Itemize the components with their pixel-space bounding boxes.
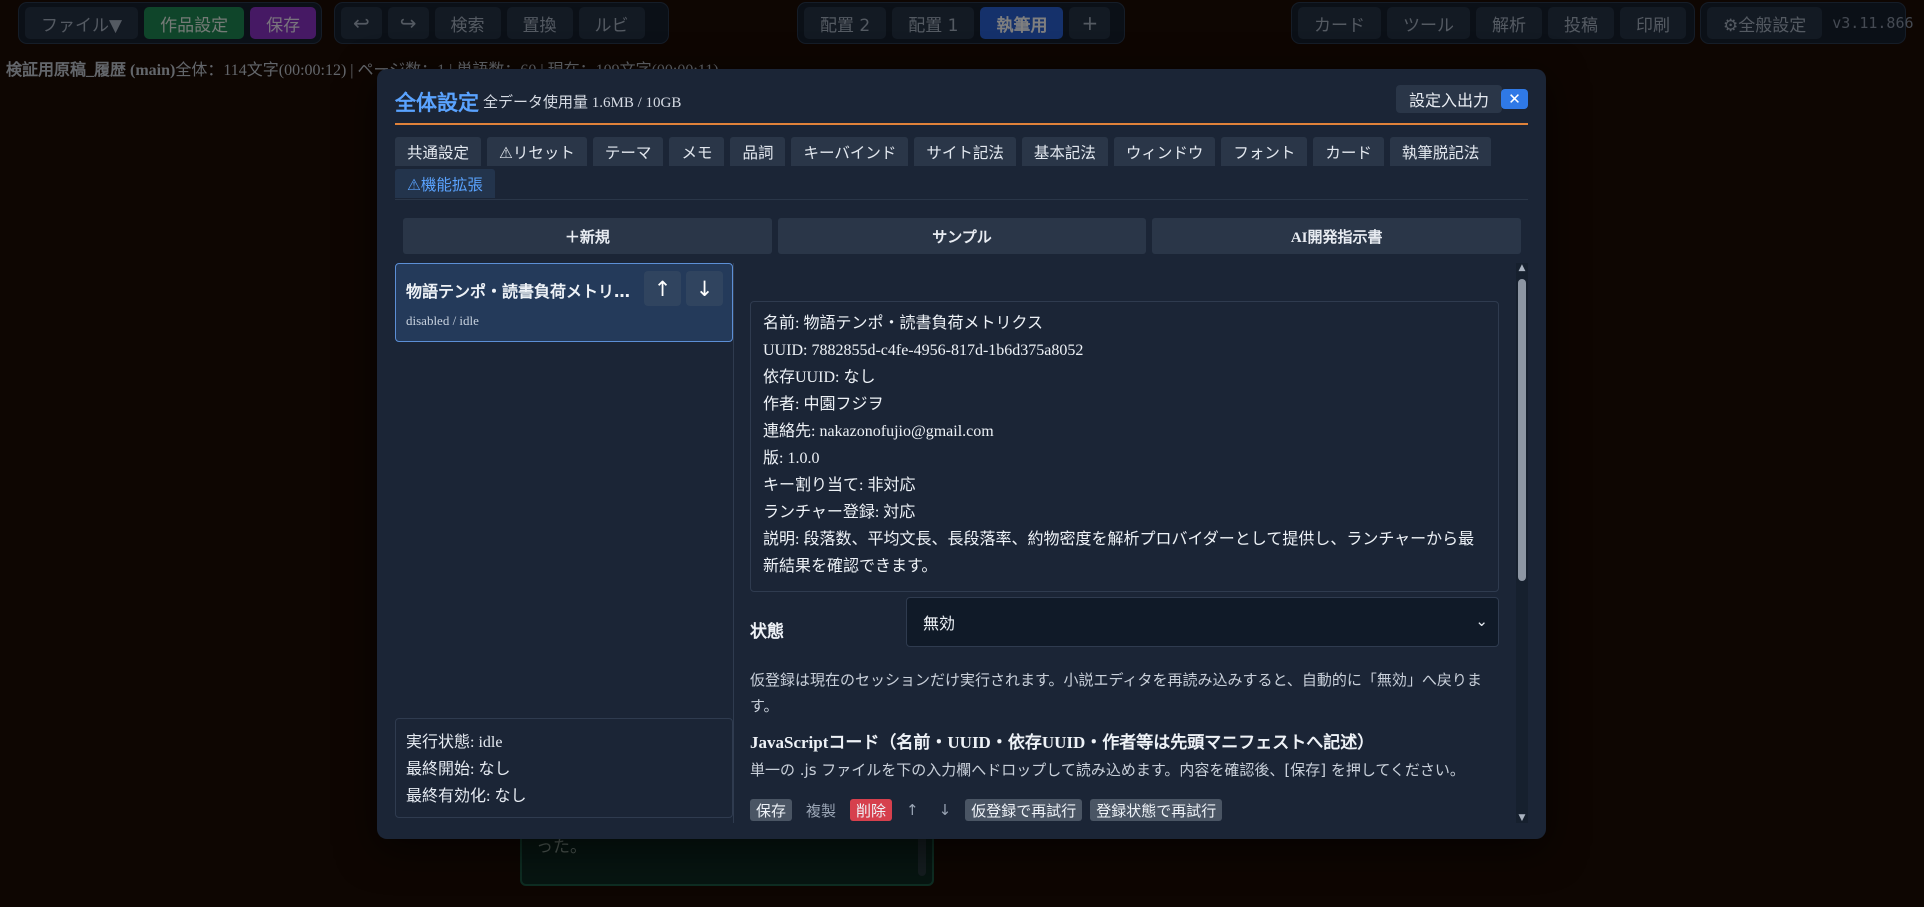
- tab-11[interactable]: 執筆脱記法: [1389, 137, 1492, 166]
- dialog-title: 全体設定: [395, 91, 479, 115]
- info-dependency: 依存UUID: なし: [763, 369, 876, 386]
- extension-detail-pane: 名前: 物語テンポ・読書負荷メトリクス UUID: 7882855d-c4fe-…: [750, 263, 1509, 823]
- save-code-button[interactable]: 保存: [750, 799, 793, 821]
- state-label: 状態: [750, 622, 784, 642]
- tab-12[interactable]: ⚠機能拡張: [395, 169, 495, 198]
- move-down-button[interactable]: ↓: [686, 271, 723, 306]
- tab-7[interactable]: 基本記法: [1021, 137, 1108, 166]
- close-icon[interactable]: ✕: [1501, 89, 1528, 109]
- info-author: 作者: 中園フジヲ: [763, 396, 884, 413]
- info-version: 版: 1.0.0: [763, 450, 820, 467]
- code-up-button[interactable]: ↑: [900, 799, 925, 821]
- tab-2[interactable]: テーマ: [592, 137, 664, 166]
- scroll-down-icon[interactable]: ▼: [1516, 813, 1528, 823]
- settings-tabs: 共通設定 ⚠リセット テーマ メモ 品詞 キーバインド サイト記法 基本記法 ウィンドウ フォント…: [395, 137, 1525, 198]
- execution-status-box: 実行状態: idle 最終開始: なし 最終有効化: なし: [395, 718, 733, 818]
- data-usage-label: 全データ使用量 1.6MB / 10GB: [483, 95, 682, 111]
- tab-10[interactable]: カード: [1313, 137, 1384, 166]
- tab-3[interactable]: メモ: [669, 137, 725, 166]
- exec-state: 実行状態: idle: [406, 734, 503, 751]
- tab-1[interactable]: ⚠リセット: [487, 137, 587, 166]
- state-select[interactable]: 無効 ⌄: [906, 597, 1499, 647]
- extension-list-item[interactable]: 物語テンポ・読書負荷メトリクス disabled / idle ↑ ↓: [395, 263, 733, 342]
- tab-5[interactable]: キーバインド: [791, 137, 909, 166]
- tab-4[interactable]: 品詞: [730, 137, 786, 166]
- move-up-button[interactable]: ↑: [644, 271, 681, 306]
- extension-list-pane: 物語テンポ・読書負荷メトリクス disabled / idle ↑ ↓ 実行状態…: [395, 263, 734, 823]
- dialog-header: 全体設定 全データ使用量 1.6MB / 10GB 設定入出力 ✕: [395, 85, 1528, 125]
- retry-registered-button[interactable]: 登録状態で再試行: [1090, 799, 1223, 821]
- extension-item-status: disabled / idle: [406, 313, 479, 328]
- js-drop-note: 単一の .js ファイルを下の入力欄へドロップして読み込めます。内容を確認後、[…: [750, 761, 1465, 779]
- info-keybinding: キー割り当て: 非対応: [763, 477, 916, 494]
- sample-button[interactable]: サンプル: [777, 218, 1147, 254]
- last-start: 最終開始: なし: [406, 761, 511, 778]
- tabs-divider: [395, 199, 1528, 200]
- tab-9[interactable]: フォント: [1221, 137, 1308, 166]
- ai-dev-guide-button[interactable]: AI開発指示書: [1152, 218, 1522, 254]
- tab-8[interactable]: ウィンドウ: [1113, 137, 1216, 166]
- extension-actions: ＋新規 サンプル AI開発指示書: [403, 218, 1522, 254]
- info-contact: 連絡先: nakazonofujio@gmail.com: [763, 423, 994, 440]
- detail-scrollbar[interactable]: ▲ ▼: [1516, 263, 1528, 823]
- tab-0[interactable]: 共通設定: [395, 137, 482, 166]
- global-settings-dialog: 全体設定 全データ使用量 1.6MB / 10GB 設定入出力 ✕ 共通設定 ⚠リ…: [377, 69, 1546, 839]
- duplicate-button[interactable]: 複製: [800, 799, 842, 821]
- code-button-row: 保存 複製 削除 ↑ ↓ 仮登録で再試行 登録状態で再試行: [750, 799, 1223, 821]
- new-extension-button[interactable]: ＋新規: [403, 218, 772, 254]
- retry-temporary-button[interactable]: 仮登録で再試行: [965, 799, 1083, 821]
- tab-6[interactable]: サイト記法: [914, 137, 1016, 166]
- temporary-registration-note: 仮登録は現在のセッションだけ実行されます。小説エディタを再読み込みすると、自動的…: [750, 671, 1482, 715]
- manifest-info-box: 名前: 物語テンポ・読書負荷メトリクス UUID: 7882855d-c4fe-…: [750, 301, 1499, 592]
- settings-import-export-button[interactable]: 設定入出力: [1395, 85, 1502, 113]
- delete-button[interactable]: 削除: [850, 799, 893, 821]
- code-down-button[interactable]: ↓: [933, 799, 958, 821]
- state-select-value: 無効: [923, 614, 956, 633]
- info-description: 説明: 段落数、平均文長、長段落率、約物密度を解析プロバイダーとして提供し、ラン…: [763, 531, 1475, 575]
- info-uuid: UUID: 7882855d-c4fe-4956-817d-1b6d375a80…: [763, 342, 1084, 359]
- info-name: 名前: 物語テンポ・読書負荷メトリクス: [763, 315, 1043, 332]
- chevron-down-icon: ⌄: [1475, 612, 1488, 630]
- info-launcher: ランチャー登録: 対応: [763, 504, 916, 521]
- js-code-heading: JavaScriptコード（名前・UUID・依存UUID・作者等は先頭マニフェス…: [750, 733, 1375, 752]
- extension-item-title: 物語テンポ・読書負荷メトリクス: [406, 282, 636, 301]
- last-enable: 最終有効化: なし: [406, 788, 527, 805]
- scrollbar-thumb[interactable]: [1518, 279, 1526, 581]
- scroll-up-icon[interactable]: ▲: [1516, 263, 1528, 273]
